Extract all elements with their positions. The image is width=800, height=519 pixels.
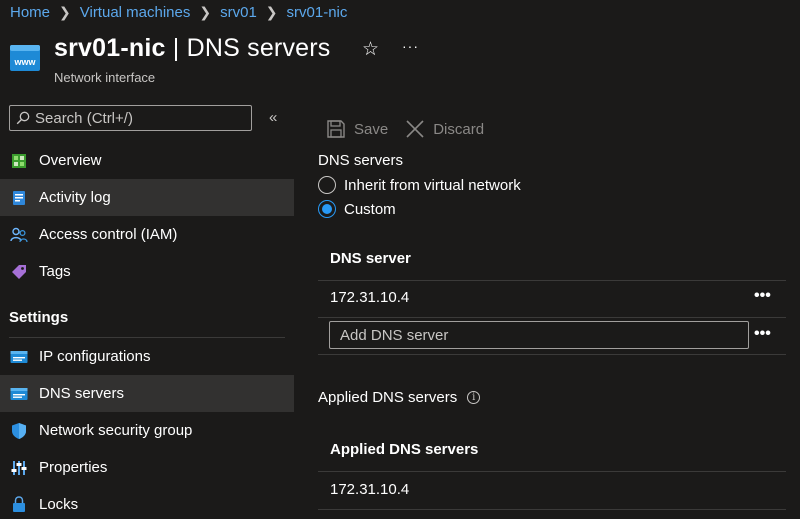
settings-section-title: Settings: [9, 309, 69, 326]
sidebar-item-access-control[interactable]: Access control (IAM): [0, 216, 294, 253]
close-icon: [406, 120, 424, 138]
collapse-sidebar-button[interactable]: «: [269, 109, 277, 126]
row-more-button[interactable]: •••: [754, 325, 771, 343]
resource-type: Network interface: [54, 70, 156, 85]
people-icon: [10, 226, 28, 244]
applied-label-text: Applied DNS servers: [318, 389, 458, 406]
properties-icon: [10, 459, 28, 477]
info-icon[interactable]: i: [467, 391, 481, 404]
chevron-right-icon: ❯: [199, 3, 212, 20]
sidebar-item-label: Overview: [39, 152, 102, 169]
dns-servers-label: DNS servers: [318, 152, 404, 169]
chevron-right-icon: ❯: [59, 3, 71, 20]
sidebar-item-label: Tags: [39, 263, 71, 280]
breadcrumb-srv01-nic[interactable]: srv01-nic: [287, 4, 348, 21]
applied-dns-server-value: 172.31.10.4: [330, 481, 410, 498]
sidebar-item-label: Access control (IAM): [39, 226, 178, 243]
save-button[interactable]: Save: [326, 119, 388, 139]
sidebar-item-label: IP configurations: [39, 348, 151, 365]
row-more-button[interactable]: •••: [754, 287, 771, 305]
shield-icon: [10, 422, 28, 440]
radio-dot: [322, 204, 332, 214]
save-label: Save: [354, 120, 389, 138]
sidebar-item-dns-servers[interactable]: DNS servers: [0, 375, 294, 412]
sidebar-item-locks[interactable]: Locks: [0, 486, 294, 519]
sidebar-item-label: Network security group: [39, 422, 193, 439]
divider: [318, 471, 786, 472]
dns-icon: [10, 385, 28, 403]
sidebar-item-overview[interactable]: Overview: [0, 142, 294, 179]
breadcrumb-srv01[interactable]: srv01: [220, 4, 257, 21]
page: Home ❯ Virtual machines ❯ srv01 ❯ srv01-…: [0, 0, 800, 519]
sidebar-item-activity-log[interactable]: Activity log: [0, 179, 294, 216]
ip-config-icon: [10, 348, 28, 366]
sidebar-item-properties[interactable]: Properties: [0, 449, 294, 486]
discard-label: Discard: [433, 120, 485, 138]
sidebar-item-label: Locks: [39, 496, 79, 513]
sidebar-item-ip-configurations[interactable]: IP configurations: [0, 338, 294, 375]
search-input[interactable]: [35, 109, 235, 127]
sidebar-item-label: DNS servers: [39, 385, 125, 402]
divider: [318, 354, 786, 355]
radio-button[interactable]: [318, 176, 336, 194]
search-icon: [16, 111, 30, 125]
radio-custom[interactable]: Custom: [318, 200, 396, 218]
divider: [318, 317, 786, 318]
dns-server-value: 172.31.10.4: [330, 289, 410, 306]
more-options-button[interactable]: ···: [402, 38, 419, 54]
svg-text:www: www: [13, 57, 36, 67]
overview-icon: [10, 152, 28, 170]
lock-icon: [10, 496, 28, 514]
tag-icon: [10, 263, 28, 281]
activity-log-icon: [10, 189, 28, 207]
page-title: srv01-nic | DNS servers: [54, 34, 330, 63]
radio-button-checked[interactable]: [318, 200, 336, 218]
add-dns-server-input[interactable]: [329, 321, 749, 349]
command-bar: Save Discard: [326, 119, 484, 139]
sidebar-item-label: Activity log: [39, 189, 111, 206]
breadcrumb-virtual-machines[interactable]: Virtual machines: [80, 4, 191, 21]
radio-label: Inherit from virtual network: [344, 176, 521, 194]
network-interface-icon: www: [10, 45, 40, 71]
divider: [318, 509, 786, 510]
discard-button[interactable]: Discard: [405, 119, 484, 139]
page-name: DNS servers: [186, 34, 331, 62]
applied-dns-servers-label: Applied DNS servers i: [318, 389, 481, 406]
search-box[interactable]: [9, 105, 252, 131]
dns-server-column-header: DNS server: [330, 250, 411, 267]
radio-inherit[interactable]: Inherit from virtual network: [318, 176, 521, 194]
save-icon: [327, 120, 345, 138]
sidebar-item-tags[interactable]: Tags: [0, 253, 294, 290]
chevron-right-icon: ❯: [265, 3, 278, 20]
star-icon[interactable]: ☆: [362, 38, 379, 61]
applied-dns-column-header: Applied DNS servers: [330, 441, 479, 458]
radio-label: Custom: [344, 200, 396, 218]
breadcrumb-home[interactable]: Home: [10, 4, 50, 21]
sidebar-item-network-security-group[interactable]: Network security group: [0, 412, 294, 449]
divider: [318, 280, 786, 281]
resource-name: srv01-nic: [54, 34, 166, 62]
breadcrumb: Home ❯ Virtual machines ❯ srv01 ❯ srv01-…: [10, 2, 347, 22]
sidebar-item-label: Properties: [39, 459, 108, 476]
title-separator: |: [165, 34, 187, 62]
